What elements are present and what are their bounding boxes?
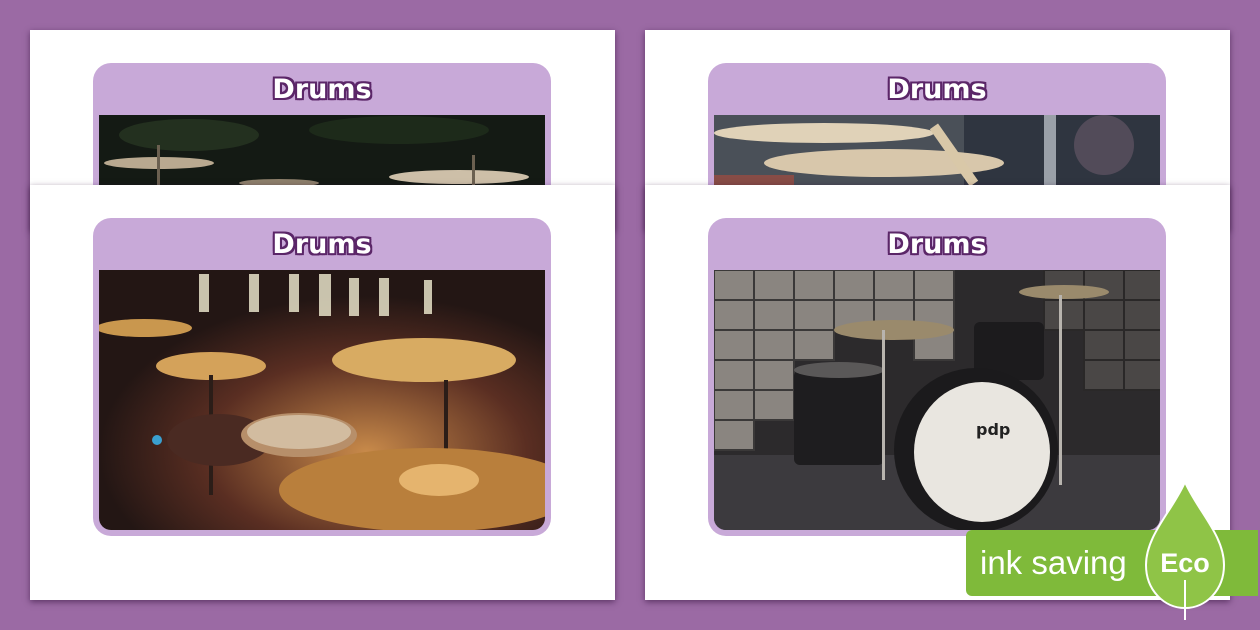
poster-title: Drums [272, 73, 372, 105]
poster-frame-front-right: Drums pdp [708, 218, 1166, 536]
svg-text:pdp: pdp [976, 420, 1010, 439]
poster-title: Drums [887, 73, 987, 105]
drums-photo [714, 115, 1160, 195]
leaf-icon: Eco [1144, 480, 1226, 620]
ink-saving-label: ink saving [980, 544, 1127, 581]
poster-title: Drums [887, 228, 987, 260]
eco-label: Eco [1160, 548, 1210, 578]
drums-photo [99, 115, 545, 195]
drums-photo [99, 270, 545, 530]
poster-title: Drums [272, 228, 372, 260]
drums-photo: pdp [714, 270, 1160, 530]
poster-frame-front-left: Drums [93, 218, 551, 536]
